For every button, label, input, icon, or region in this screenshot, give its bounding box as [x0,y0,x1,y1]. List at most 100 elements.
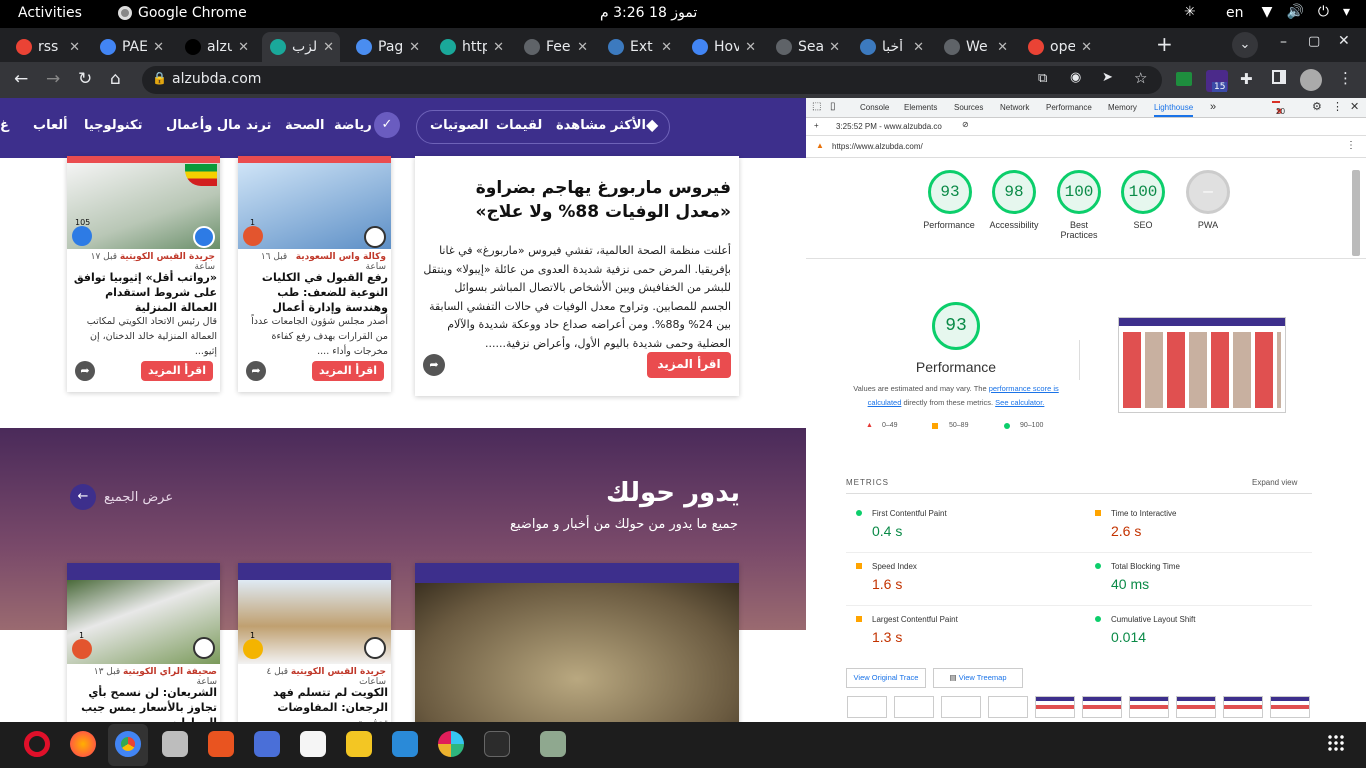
forward-button[interactable]: → [46,69,60,89]
tab-close-icon[interactable]: ✕ [661,40,678,55]
score-gauge-accessibility[interactable]: 98 [992,170,1036,214]
terminal-icon[interactable] [484,731,510,757]
reload-button[interactable]: ↻ [78,69,92,89]
browser-tab[interactable]: ope ✕ [1020,32,1098,62]
share-icon[interactable]: ➦ [246,361,266,381]
card-title[interactable]: الشريعان: لن نسمح بأي تجاوز بالأسعار يمس… [71,685,217,722]
view-treemap-button[interactable]: ▤ View Treemap [933,668,1023,688]
browser-tab[interactable]: We ✕ [936,32,1014,62]
expand-view-link[interactable]: Expand view [1252,478,1297,487]
like-button-icon[interactable] [193,226,215,248]
tab-close-icon[interactable]: ✕ [153,40,170,55]
new-tab-button[interactable]: + [1156,32,1173,56]
tab-lighthouse[interactable]: Lighthouse [1154,103,1194,117]
card-source[interactable]: صحيفة الراي الكويتية [123,667,217,677]
tab-close-icon[interactable]: ✕ [829,40,846,55]
tab-memory[interactable]: Memory [1108,103,1137,112]
back-button[interactable]: ← [14,69,28,89]
tab-close-icon[interactable]: ✕ [493,40,510,55]
close-window-button[interactable]: ✕ [1338,33,1350,49]
share-icon[interactable]: ➦ [75,361,95,381]
nav-item-trend[interactable]: ترند [246,118,271,133]
clock[interactable]: تموز 18 3:26 م [600,5,697,21]
nav-item-more[interactable]: غ [0,118,9,133]
browser-tab[interactable]: أخبا ✕ [852,32,930,62]
score-gauge-best-practices[interactable]: 100 [1057,170,1101,214]
settings-gear-icon[interactable]: ⚙ [1312,100,1322,113]
trash-icon[interactable] [540,731,566,757]
sad-reaction-icon[interactable] [243,639,263,659]
nav-item-sports[interactable]: رياضة [334,118,372,133]
report-menu-icon[interactable]: ⋮ [1346,140,1356,151]
menu-kebab-icon[interactable]: ⋮ [1338,69,1353,87]
report-select[interactable]: 3:25:52 PM - www.alzubda.co [836,122,942,131]
nav-item-tech[interactable]: تكنولوجيا [84,118,143,133]
score-gauge-performance[interactable]: 93 [928,170,972,214]
system-tray[interactable]: ▼ 🔊 ⏻ ▾ [1262,4,1350,20]
nav-item-most-viewed[interactable]: الأكثر مشاهدة [556,118,646,133]
nav-item-health[interactable]: الصحة [285,118,324,133]
featured-article-card[interactable]: فيروس ماربورغ يهاجم بضراوة «معدل الوفيات… [415,156,739,396]
tab-sources[interactable]: Sources [954,103,983,112]
browser-tab[interactable]: rss ✕ [8,32,86,62]
browser-tab[interactable]: Hov ✕ [684,32,762,62]
nav-check-icon[interactable]: ✓ [374,112,400,138]
card-title[interactable]: رفع القبول في الكليات النوعية للضعف: طب … [242,270,388,315]
send-icon[interactable]: ➤ [1102,70,1113,85]
news-card[interactable]: 1 صحيفة الراي الكويتية قبل ١٣ ساعة الشري… [67,563,220,722]
news-card[interactable]: 1 وكالة واس السعودية قبل ١٦ ساعة رفع الق… [238,156,391,392]
input-language[interactable]: en [1226,5,1244,21]
nav-item-bites[interactable]: لقيمات [496,118,542,133]
angry-reaction-icon[interactable] [243,226,263,246]
browser-tab[interactable]: http ✕ [432,32,510,62]
browser-tab[interactable]: alzu ✕ [177,32,255,62]
bookmark-star-icon[interactable]: ☆ [1134,69,1147,87]
files-icon[interactable] [162,731,188,757]
close-devtools-icon[interactable]: ✕ [1350,100,1359,113]
new-report-icon[interactable]: + [814,121,819,130]
card-source[interactable]: وكالة واس السعودية [296,252,386,262]
tab-close-icon[interactable]: ✕ [238,40,255,55]
tab-close-icon[interactable]: ✕ [1081,40,1098,55]
calculator-icon[interactable] [346,731,372,757]
tab-close-icon[interactable]: ✕ [323,40,340,55]
side-panel-icon[interactable] [1272,70,1286,84]
news-card[interactable]: 105 جريدة القبس الكويتية قبل ١٧ ساعة «رو… [67,156,220,392]
final-screenshot[interactable] [1118,317,1286,413]
settings-tray-icon[interactable]: ✳ [1184,4,1196,20]
tab-close-icon[interactable]: ✕ [69,40,86,55]
browser-tab[interactable]: PAE ✕ [92,32,170,62]
tab-performance[interactable]: Performance [1046,103,1092,112]
read-more-button[interactable]: اقرأ المزيد [141,361,213,381]
vscode-icon[interactable] [392,731,418,757]
view-all-link[interactable]: ← عرض الجميع [70,484,173,510]
minimize-button[interactable]: – [1280,34,1287,50]
software-store-icon[interactable] [208,731,234,757]
news-card[interactable]: 1 جريدة القبس الكويتية قبل ٤ ساعات الكوي… [238,563,391,722]
big-news-card[interactable] [415,563,739,722]
nav-item-audio[interactable]: الصوتيات [430,118,488,133]
tab-network[interactable]: Network [1000,103,1029,112]
clear-icon[interactable]: ⊘ [962,120,969,129]
eye-icon[interactable]: ◉ [1070,70,1081,85]
chrome-icon[interactable] [115,731,141,757]
tab-close-icon[interactable]: ✕ [997,40,1014,55]
device-toggle-icon[interactable]: ▯ [830,101,836,112]
devtools-scrollbar[interactable] [1352,170,1360,256]
see-calculator-link[interactable]: See calculator. [995,398,1044,407]
card-source[interactable]: جريدة القبس الكويتية [291,667,386,677]
address-bar[interactable]: 🔒 alzubda.com ⧉ ◉ ➤ ☆ [142,66,1162,94]
tab-console[interactable]: Console [860,103,889,112]
report-url[interactable]: https://www.alzubda.com/ [832,142,923,151]
extension-green-icon[interactable] [1176,72,1192,86]
score-gauge-seo[interactable]: 100 [1121,170,1165,214]
avatar[interactable] [1300,69,1322,91]
tab-close-icon[interactable]: ✕ [577,40,594,55]
nav-diamond-icon[interactable]: ◆ [646,115,658,134]
translate-icon[interactable]: ⧉ [1038,71,1047,86]
inspect-icon[interactable]: ⬚ [812,101,821,112]
card-title[interactable]: «رواتب أقل» إثيوبيا توافق على شروط استقد… [71,270,217,315]
tab-close-icon[interactable]: ✕ [913,40,930,55]
browser-tab[interactable]: Sea ✕ [768,32,846,62]
read-more-button[interactable]: اقرأ المزيد [312,361,384,381]
